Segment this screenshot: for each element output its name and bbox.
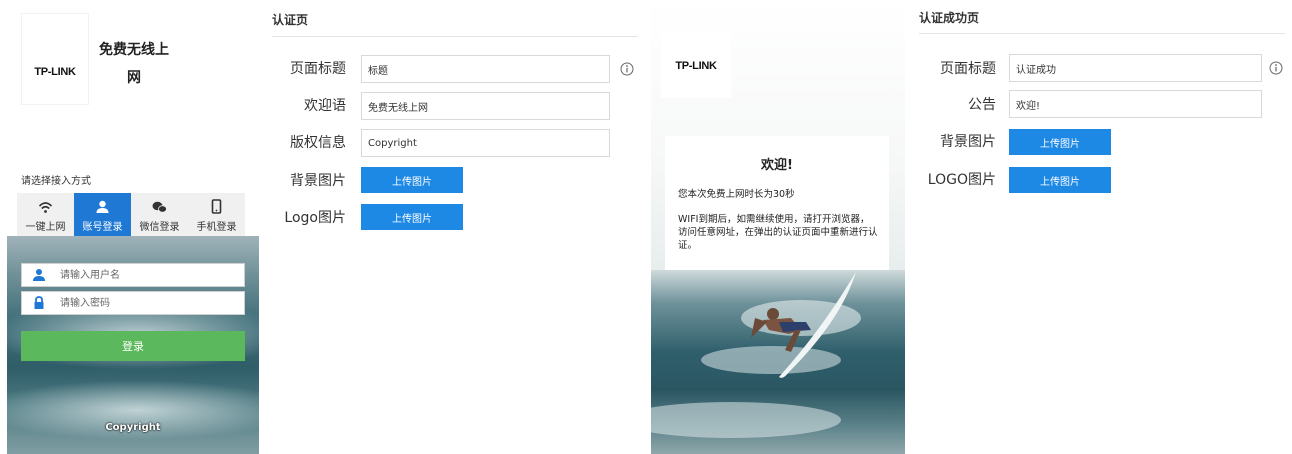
- user-icon: [33, 269, 45, 281]
- welcome-card: 欢迎! 您本次免费上网时长为30秒 WIFI到期后，如需继续使用，请打开浏览器，…: [665, 136, 889, 270]
- password-input[interactable]: [60, 294, 236, 312]
- background-label: 背景图片: [290, 173, 346, 189]
- method-one-click[interactable]: 一键上网: [17, 193, 74, 237]
- notice-input[interactable]: [1009, 90, 1262, 118]
- method-label: 一键上网: [25, 222, 66, 233]
- login-page-preview: TP-LINK 免费无线上网 请选择接入方式 一键上网 账号登录 微信登录 手机…: [7, 0, 259, 454]
- lock-icon: [34, 296, 44, 309]
- page-title-label: 页面标题: [290, 61, 346, 77]
- access-method-label: 请选择接入方式: [21, 176, 91, 187]
- login-button[interactable]: 登录: [21, 331, 245, 361]
- preview-title: 免费无线上网: [99, 42, 169, 86]
- copyright-input[interactable]: [361, 129, 610, 157]
- upload-logo-button[interactable]: 上传图片: [361, 204, 463, 230]
- access-method-bar: 一键上网 账号登录 微信登录 手机登录: [17, 193, 245, 237]
- section-title-auth: 认证页: [272, 13, 309, 27]
- welcome-label: 欢迎语: [304, 98, 346, 114]
- method-wechat[interactable]: 微信登录: [131, 193, 188, 237]
- method-label: 手机登录: [196, 222, 237, 233]
- user-icon: [96, 200, 109, 213]
- card-title: 欢迎!: [761, 158, 793, 173]
- notice-label: 公告: [968, 97, 996, 113]
- upload-success-logo-button[interactable]: 上传图片: [1009, 167, 1111, 193]
- preview-logo: TP-LINK: [21, 13, 89, 105]
- username-input[interactable]: [60, 266, 236, 284]
- logo-text: TP-LINK: [675, 60, 717, 72]
- logo-text: TP-LINK: [34, 66, 76, 78]
- logo-label: Logo图片: [284, 210, 346, 226]
- password-field[interactable]: [21, 291, 245, 315]
- success-page-preview: TP-LINK 欢迎! 您本次免费上网时长为30秒 WIFI到期后，如需继续使用…: [651, 0, 905, 454]
- wifi-icon: [38, 202, 53, 213]
- preview-logo: TP-LINK: [661, 32, 731, 98]
- success-logo-label: LOGO图片: [927, 172, 996, 188]
- welcome-input[interactable]: [361, 92, 610, 120]
- method-label: 账号登录: [82, 222, 123, 233]
- success-title-input[interactable]: [1009, 54, 1262, 82]
- info-icon[interactable]: [620, 62, 634, 76]
- info-icon[interactable]: [1269, 61, 1283, 75]
- success-background-label: 背景图片: [940, 134, 996, 150]
- section-divider: [272, 36, 638, 37]
- upload-background-button[interactable]: 上传图片: [361, 167, 463, 193]
- wechat-icon: [152, 201, 167, 213]
- mobile-icon: [211, 199, 222, 214]
- method-account[interactable]: 账号登录: [74, 193, 131, 237]
- success-title-label: 页面标题: [940, 61, 996, 77]
- method-label: 微信登录: [139, 222, 180, 233]
- page-title-input[interactable]: [361, 55, 610, 83]
- copyright-label: 版权信息: [290, 135, 346, 151]
- duration-text: 您本次免费上网时长为30秒: [678, 189, 795, 200]
- upload-success-background-button[interactable]: 上传图片: [1009, 129, 1111, 155]
- method-mobile[interactable]: 手机登录: [188, 193, 245, 237]
- notice-text: WIFI到期后，如需继续使用，请打开浏览器，访问任意网址，在弹出的认证页面中重新…: [678, 214, 878, 251]
- preview-copyright: Copyright: [105, 422, 161, 433]
- section-title-success: 认证成功页: [919, 11, 980, 25]
- username-field[interactable]: [21, 263, 245, 287]
- section-divider: [919, 33, 1285, 34]
